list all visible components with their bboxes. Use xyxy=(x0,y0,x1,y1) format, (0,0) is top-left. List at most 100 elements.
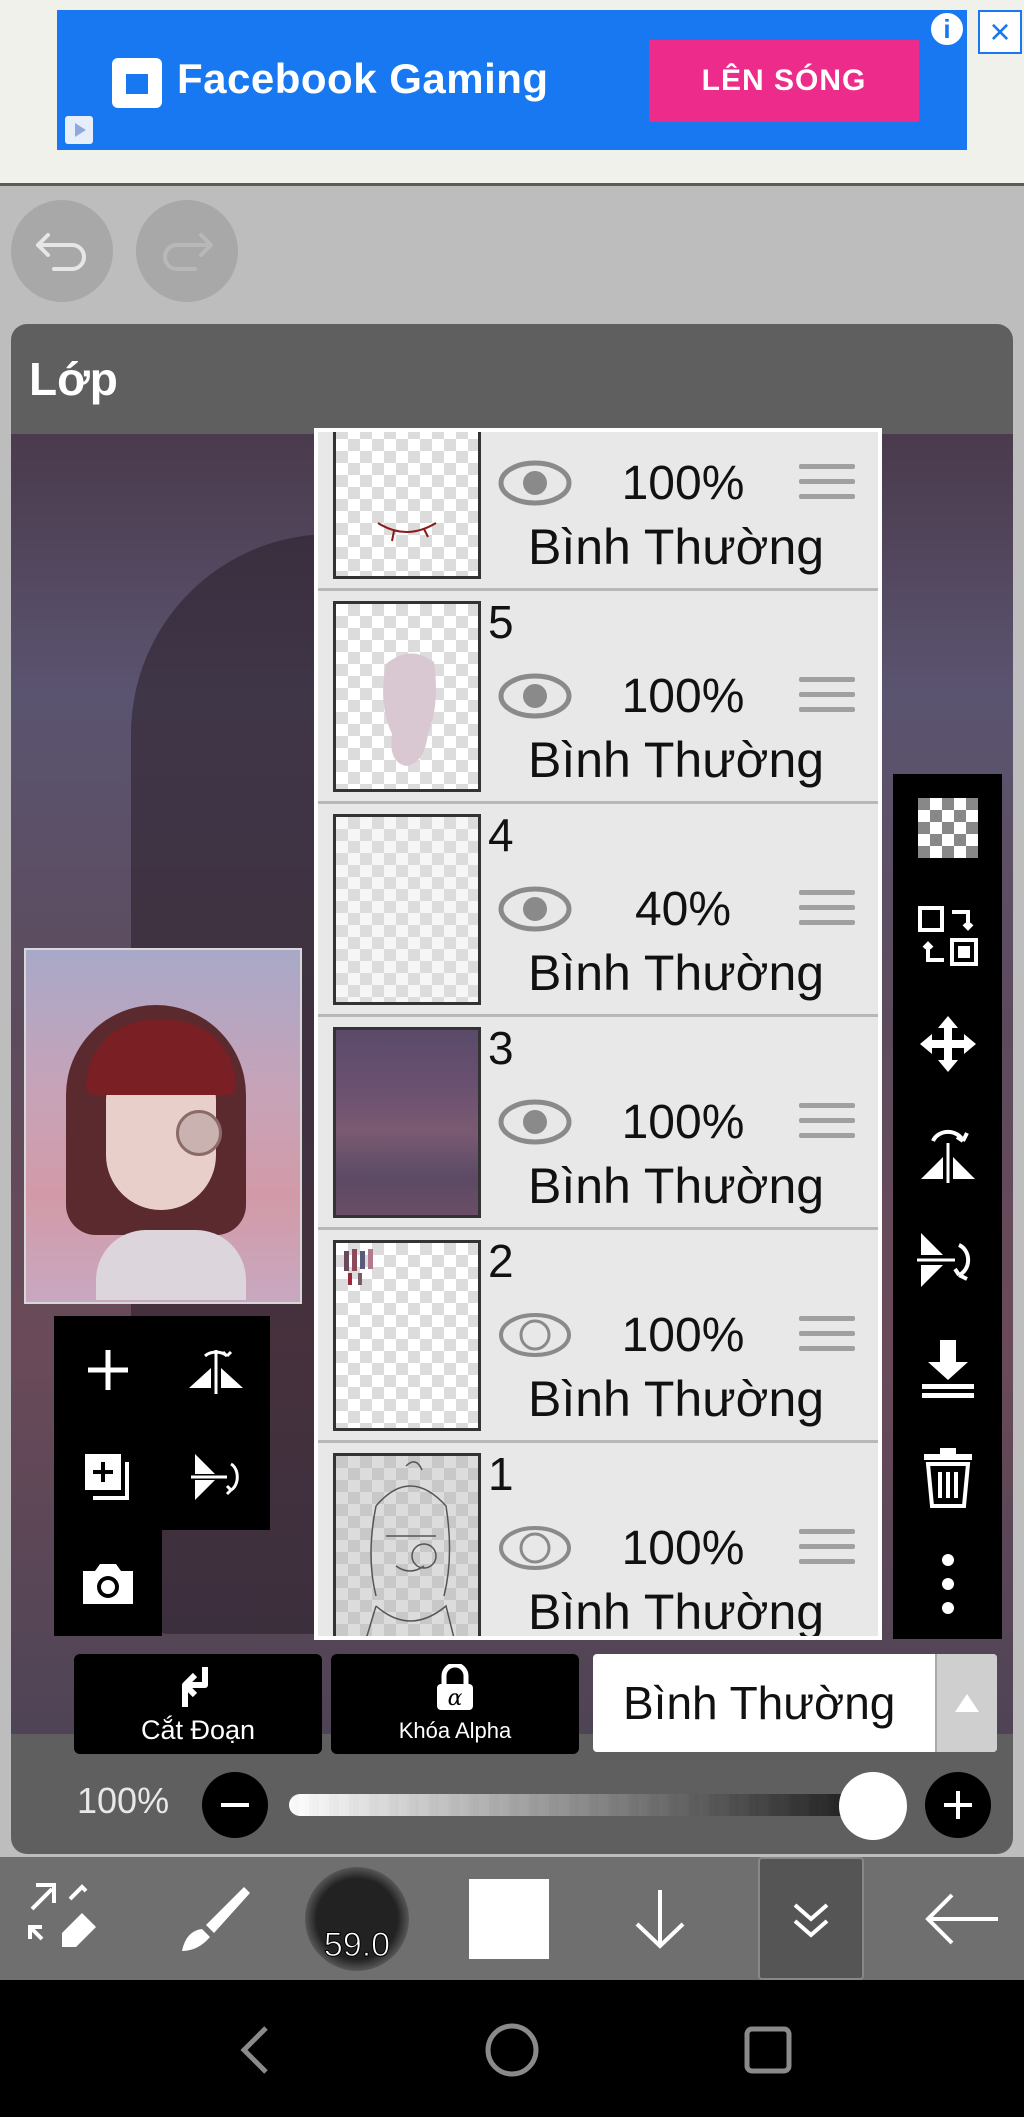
flip-rotate-horizontal-button[interactable] xyxy=(893,1098,1002,1206)
layer-opacity: 100% xyxy=(621,1309,745,1362)
ad-choices-icon[interactable] xyxy=(65,116,93,144)
visibility-eye-icon[interactable] xyxy=(498,673,572,719)
visibility-eye-icon[interactable] xyxy=(498,1525,572,1571)
alpha-lock-label: Khóa Alpha xyxy=(398,1718,512,1743)
redo-button[interactable] xyxy=(136,200,238,302)
canvas-preview[interactable] xyxy=(24,948,302,1304)
drag-handle-icon[interactable] xyxy=(799,1103,855,1147)
app-screen: Facebook Gaming LÊN SÓNG i × Lớp 100% Bì… xyxy=(0,0,1024,2117)
ad-banner[interactable]: Facebook Gaming LÊN SÓNG xyxy=(57,10,967,150)
brush-size-value: 59.0 xyxy=(323,1925,391,1964)
flip-horizontal-icon xyxy=(189,1349,243,1394)
redo-icon xyxy=(163,233,213,271)
nav-home-button[interactable] xyxy=(472,2010,552,2090)
layer-number: 3 xyxy=(488,1022,514,1074)
svg-text:α: α xyxy=(448,1686,463,1711)
double-chevron-down-icon xyxy=(793,1902,829,1938)
drag-handle-icon[interactable] xyxy=(799,464,855,508)
alpha-lock-button[interactable]: α Khóa Alpha xyxy=(331,1654,579,1754)
flip-vertical-button[interactable] xyxy=(162,1423,270,1530)
info-icon[interactable]: i xyxy=(928,10,966,48)
layer-row[interactable]: 2 100% Bình Thường xyxy=(318,1230,878,1443)
close-icon[interactable]: × xyxy=(978,10,1022,54)
merge-down-icon xyxy=(921,1340,974,1398)
layers-button[interactable] xyxy=(758,1857,864,1980)
drag-handle-icon[interactable] xyxy=(799,1316,855,1360)
copy-layer-button[interactable] xyxy=(54,1423,162,1530)
dropdown-arrow-icon[interactable] xyxy=(935,1654,997,1752)
clip-button[interactable]: Cắt Đoạn xyxy=(74,1654,322,1754)
flip-rotate-horizontal-icon xyxy=(920,1129,975,1183)
layer-thumbnail xyxy=(333,1027,481,1218)
transform-eraser-icon xyxy=(28,1882,96,1947)
drag-handle-icon[interactable] xyxy=(799,1529,855,1573)
brush-tool-button[interactable] xyxy=(150,1857,274,1980)
move-button[interactable] xyxy=(893,990,1002,1098)
nav-recents-icon xyxy=(744,2026,792,2074)
select-transform-button[interactable] xyxy=(893,882,1002,990)
opacity-decrease-button[interactable] xyxy=(202,1772,268,1838)
flip-horizontal-button[interactable] xyxy=(162,1316,270,1423)
layer-row[interactable]: 5 100% Bình Thường xyxy=(318,591,878,804)
nav-back-icon xyxy=(240,2026,268,2074)
add-layer-icon xyxy=(88,1349,128,1390)
transparency-button[interactable] xyxy=(893,774,1002,882)
layers-list[interactable]: 100% Bình Thường 5 100% Bình Thường 4 40… xyxy=(314,428,882,1640)
visibility-eye-icon[interactable] xyxy=(498,886,572,932)
drag-handle-icon[interactable] xyxy=(799,677,855,721)
opacity-slider[interactable] xyxy=(289,1794,907,1816)
nav-home-icon xyxy=(485,2023,539,2077)
lock-icon: α xyxy=(437,1664,473,1711)
layer-thumbnail xyxy=(333,601,481,792)
layer-row[interactable]: 100% Bình Thường xyxy=(318,432,878,591)
transform-tool-button[interactable] xyxy=(0,1857,124,1980)
layer-blend-mode: Bình Thường xyxy=(528,945,825,1001)
undo-button[interactable] xyxy=(11,200,113,302)
blend-mode-value: Bình Thường xyxy=(623,1677,896,1729)
plus-icon xyxy=(944,1791,972,1819)
ad-cta-button[interactable]: LÊN SÓNG xyxy=(649,40,919,122)
layer-opacity: 100% xyxy=(621,1096,745,1149)
layer-number: 2 xyxy=(488,1235,514,1287)
bottom-toolbar: 59.0 xyxy=(0,1857,1024,1980)
back-button[interactable] xyxy=(900,1857,1024,1980)
layer-down-button[interactable] xyxy=(598,1857,722,1980)
opacity-slider-handle[interactable] xyxy=(839,1772,907,1840)
delete-layer-button[interactable] xyxy=(893,1422,1002,1530)
visibility-eye-icon[interactable] xyxy=(498,1312,572,1358)
opacity-increase-button[interactable] xyxy=(925,1772,991,1838)
ad-banner-area: Facebook Gaming LÊN SÓNG i × xyxy=(0,0,1024,186)
color-button[interactable] xyxy=(447,1857,571,1980)
nav-back-button[interactable] xyxy=(216,2010,296,2090)
add-layer-button[interactable] xyxy=(54,1316,162,1423)
layer-thumbnail xyxy=(333,1240,481,1431)
drag-handle-icon[interactable] xyxy=(799,890,855,934)
visibility-eye-icon[interactable] xyxy=(498,1099,572,1145)
layer-opacity: 40% xyxy=(634,883,732,936)
blend-mode-select[interactable]: Bình Thường xyxy=(593,1654,997,1752)
clip-label: Cắt Đoạn xyxy=(140,1714,256,1745)
layer-number: 4 xyxy=(488,809,514,861)
more-options-button[interactable] xyxy=(893,1530,1002,1638)
layer-row[interactable]: 4 40% Bình Thường xyxy=(318,804,878,1017)
trash-icon xyxy=(923,1448,972,1508)
brush-preview: 59.0 xyxy=(305,1866,409,1971)
visibility-eye-icon[interactable] xyxy=(498,460,572,506)
layer-opacity: 100% xyxy=(621,670,745,723)
camera-icon xyxy=(83,1563,133,1604)
arrow-left-icon xyxy=(925,1893,998,1944)
nav-recents-button[interactable] xyxy=(728,2010,808,2090)
brush-icon xyxy=(182,1886,250,1951)
opacity-control: 100% xyxy=(11,1764,1013,1844)
merge-down-button[interactable] xyxy=(893,1314,1002,1422)
layer-tools-right xyxy=(893,774,1002,1639)
flip-rotate-vertical-button[interactable] xyxy=(893,1206,1002,1314)
layer-row[interactable]: 1 100% Bình Thường xyxy=(318,1443,878,1640)
brush-size-button[interactable]: 59.0 xyxy=(295,1857,419,1980)
layer-blend-mode: Bình Thường xyxy=(528,1371,825,1427)
layer-thumbnail xyxy=(333,432,481,579)
layer-blend-mode: Bình Thường xyxy=(528,1584,825,1640)
camera-button[interactable] xyxy=(54,1530,162,1637)
layer-panel: Lớp 100% Bình Thường 5 100% Bình Thường … xyxy=(11,324,1013,1854)
layer-row[interactable]: 3 100% Bình Thường xyxy=(318,1017,878,1230)
